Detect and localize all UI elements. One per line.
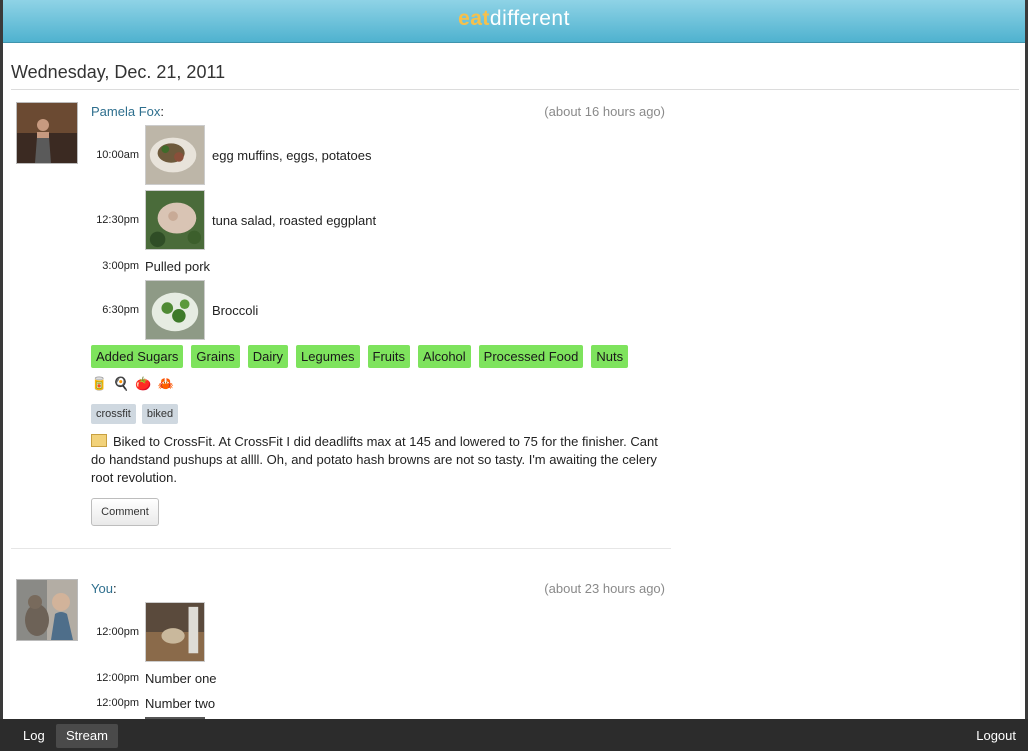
meal-time: 12:00pm	[96, 626, 139, 638]
crab-icon: 🦀	[157, 376, 174, 391]
food-emoji-row: 🥫 🍳 🍅 🦀	[91, 376, 174, 392]
can-icon: 🥫	[91, 376, 108, 391]
author-colon: :	[112, 581, 117, 596]
meal-entry: 3:00pm Pulled pork	[91, 256, 651, 278]
meal-photo[interactable]	[145, 125, 205, 185]
category-badge: Nuts	[591, 345, 629, 368]
nav-stream-button[interactable]: Stream	[56, 724, 118, 748]
meal-entry: 6:30pm Broccoli	[91, 280, 651, 342]
post-time-ago: (about 23 hours ago)	[544, 581, 665, 596]
meal-description: Number one	[145, 671, 217, 686]
nav-logout-button[interactable]: Logout	[966, 724, 1026, 748]
meal-time: 12:00pm	[96, 672, 139, 684]
category-badge: Grains	[191, 345, 240, 368]
meal-photo[interactable]	[145, 280, 205, 340]
activity-tags: crossfit biked	[91, 404, 179, 424]
frying-pan-icon: 🍳	[113, 376, 130, 391]
meal-description: Broccoli	[212, 303, 259, 318]
logo-eat[interactable]: eat	[458, 7, 490, 30]
post-author: You:	[91, 581, 117, 596]
category-badge: Processed Food	[478, 345, 584, 368]
nav-log-button[interactable]: Log	[13, 724, 55, 748]
meal-time: 3:00pm	[102, 260, 139, 272]
meal-description: tuna salad, roasted eggplant	[212, 213, 377, 228]
meal-entry: 12:00pm Number two	[91, 692, 651, 714]
meal-description: Number two	[145, 696, 216, 711]
category-badge: Legumes	[296, 345, 360, 368]
meal-entry: 12:30pm tuna salad, roasted eggplant	[91, 190, 651, 252]
date-heading: Wednesday, Dec. 21, 2011	[11, 62, 226, 82]
meal-photo[interactable]	[145, 602, 205, 662]
meal-entry: 12:00pm Number one	[91, 667, 651, 689]
author-link[interactable]: Pamela Fox	[91, 104, 160, 119]
bottom-nav-bar: Log Stream Logout	[0, 719, 1028, 751]
divider	[11, 89, 1019, 90]
meal-entry: 12:00pm	[91, 602, 651, 664]
meal-description: Pulled pork	[145, 259, 211, 274]
avatar[interactable]	[16, 102, 78, 164]
category-badge: Dairy	[247, 345, 289, 368]
meal-description: egg muffins, eggs, potatoes	[212, 148, 372, 163]
post-author: Pamela Fox:	[91, 104, 164, 119]
category-badge: Added Sugars	[91, 345, 184, 368]
stream-content[interactable]: Wednesday, Dec. 21, 2011 Pamela Fox: (ab…	[3, 43, 1025, 719]
note-icon	[91, 434, 107, 447]
meal-time: 6:30pm	[102, 304, 139, 316]
meal-photo[interactable]	[145, 190, 205, 250]
author-colon: :	[160, 104, 164, 119]
tomato-icon: 🍅	[135, 376, 152, 391]
author-link[interactable]: You	[91, 581, 113, 596]
post-note: Biked to CrossFit. At CrossFit I did dea…	[91, 433, 669, 487]
meal-time: 12:30pm	[96, 214, 139, 226]
post-divider	[11, 548, 671, 549]
logo-different[interactable]: different	[490, 7, 570, 30]
meal-time: 12:00pm	[96, 697, 139, 709]
app-header: eatdifferent	[3, 0, 1025, 43]
meal-entry: 10:00am egg muffins, eggs, potatoes	[91, 125, 651, 187]
food-categories: Added Sugars Grains Dairy Legumes Fruits…	[91, 345, 629, 368]
post-time-ago: (about 16 hours ago)	[544, 104, 665, 119]
category-badge: Alcohol	[418, 345, 471, 368]
tag-badge[interactable]: biked	[141, 404, 179, 424]
tag-badge[interactable]: crossfit	[91, 404, 136, 424]
comment-button[interactable]: Comment	[91, 498, 159, 526]
meal-time: 10:00am	[96, 149, 139, 161]
category-badge: Fruits	[367, 345, 411, 368]
avatar[interactable]	[16, 579, 78, 641]
note-text: Biked to CrossFit. At CrossFit I did dea…	[91, 434, 658, 485]
